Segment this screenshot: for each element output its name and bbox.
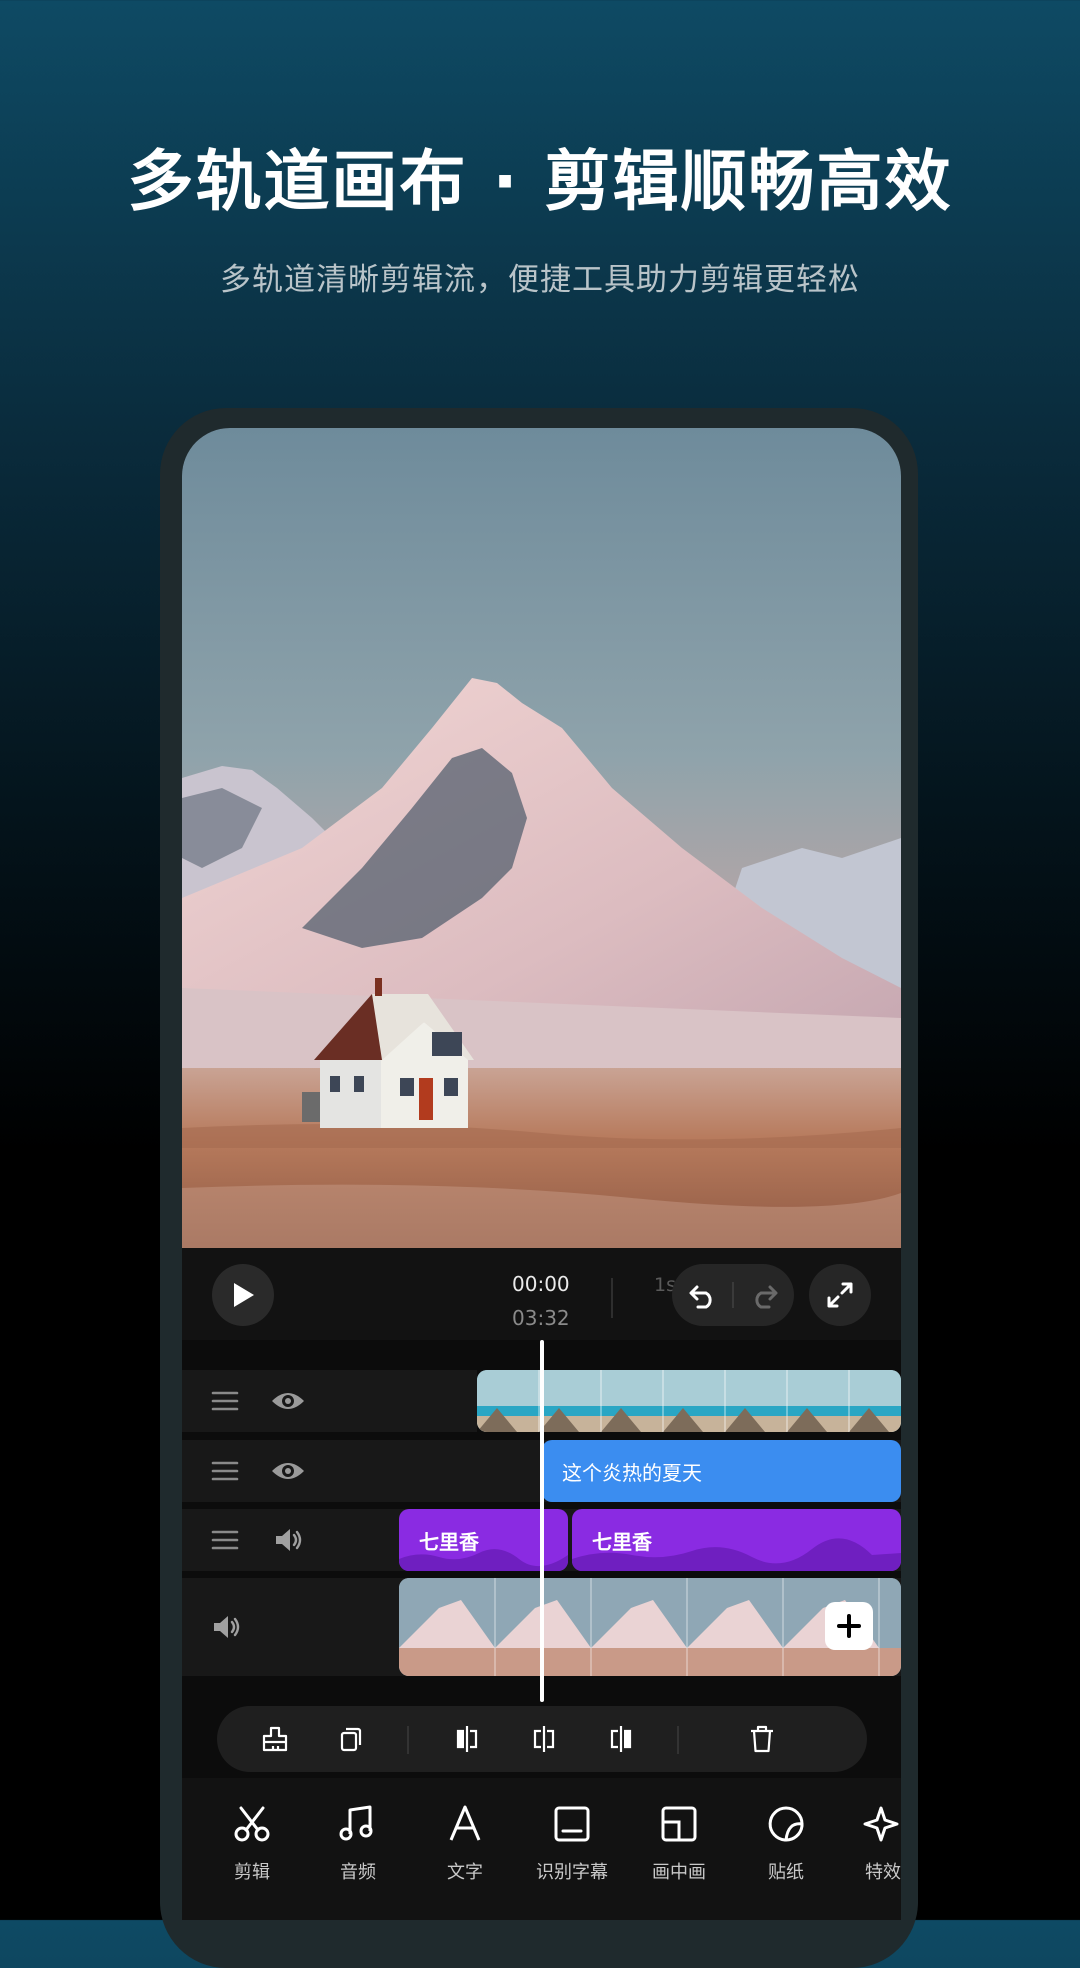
hero-subtitle: 多轨道清晰剪辑流，便捷工具助力剪辑更轻松 — [220, 262, 860, 298]
text-icon — [415, 1800, 515, 1848]
fullscreen-icon — [827, 1282, 853, 1308]
subtitle-icon — [522, 1800, 622, 1848]
tool-label: 画中画 — [652, 1862, 706, 1883]
audio-clip-label: 七里香 — [419, 1529, 479, 1554]
tool-label: 识别字幕 — [536, 1862, 608, 1883]
copy-icon — [340, 1727, 362, 1752]
bottom-toolbar: 剪辑 音频 文字 识别字幕 画中画 贴纸 特效 — [182, 1778, 901, 1920]
playback-controls: 00:00 03:32 1s — [182, 1248, 901, 1340]
tool-text[interactable]: 文字 — [415, 1800, 515, 1896]
trim-right-icon — [610, 1726, 632, 1752]
undo-button[interactable] — [672, 1264, 733, 1326]
tool-label: 剪辑 — [234, 1862, 270, 1883]
preview-landscape-illustration — [182, 678, 901, 1248]
split-icon — [533, 1726, 555, 1752]
scissors-icon — [202, 1800, 302, 1848]
trim-left-button[interactable] — [437, 1706, 497, 1772]
trim-right-button[interactable] — [591, 1706, 651, 1772]
divider — [677, 1726, 679, 1754]
tool-label: 特效 — [865, 1862, 901, 1883]
sticker-icon — [736, 1800, 836, 1848]
text-clip[interactable]: 这个炎热的夏天 — [542, 1440, 901, 1502]
total-time: 03:32 — [512, 1306, 570, 1330]
volume-icon[interactable] — [210, 1610, 244, 1644]
hero-title: 多轨道画布 · 剪辑顺畅高效 — [127, 143, 953, 220]
divider — [611, 1278, 613, 1318]
add-clip-button[interactable] — [825, 1602, 873, 1650]
edit-toolbar — [217, 1706, 867, 1772]
plus-icon — [837, 1614, 861, 1638]
play-button[interactable] — [212, 1264, 274, 1326]
video-preview[interactable] — [182, 428, 901, 1248]
visibility-eye-icon[interactable] — [268, 1452, 308, 1490]
trash-icon — [751, 1725, 773, 1753]
tool-effects[interactable]: 特效 — [843, 1800, 901, 1896]
tool-audio[interactable]: 音频 — [308, 1800, 408, 1896]
music-note-icon — [308, 1800, 408, 1848]
redo-button[interactable] — [733, 1264, 794, 1326]
redo-icon — [754, 1285, 777, 1309]
drag-handle-icon[interactable] — [208, 1454, 242, 1488]
eraser-button[interactable] — [245, 1706, 305, 1772]
effects-icon — [843, 1800, 901, 1848]
text-clip-label: 这个炎热的夏天 — [562, 1460, 702, 1485]
tool-label: 文字 — [447, 1862, 483, 1883]
eraser-icon — [262, 1726, 288, 1752]
current-time: 00:00 — [512, 1272, 570, 1296]
playhead[interactable] — [540, 1340, 544, 1702]
tool-sticker[interactable]: 贴纸 — [736, 1800, 836, 1896]
tool-label: 音频 — [340, 1862, 376, 1883]
tool-cut[interactable]: 剪辑 — [202, 1800, 302, 1896]
volume-icon[interactable] — [272, 1523, 306, 1557]
delete-button[interactable] — [732, 1706, 792, 1772]
divider — [407, 1726, 409, 1754]
play-icon — [234, 1283, 254, 1307]
drag-handle-icon[interactable] — [208, 1523, 242, 1557]
picture-in-picture-icon — [629, 1800, 729, 1848]
trim-left-icon — [456, 1726, 478, 1752]
tool-picture-in-picture[interactable]: 画中画 — [629, 1800, 729, 1896]
tool-label: 贴纸 — [768, 1862, 804, 1883]
split-button[interactable] — [514, 1706, 574, 1772]
undo-icon — [689, 1285, 712, 1309]
editor-screen: 00:00 03:32 1s 这个炎热的夏天 七里香 七里香 剪辑 音频 文字 … — [182, 428, 901, 1920]
audio-clip-label: 七里香 — [592, 1529, 652, 1554]
undo-redo-group — [672, 1264, 794, 1326]
audio-clip[interactable]: 七里香 — [572, 1509, 901, 1571]
copy-button[interactable] — [321, 1706, 381, 1772]
fullscreen-button[interactable] — [809, 1264, 871, 1326]
visibility-eye-icon[interactable] — [268, 1382, 308, 1420]
tool-auto-subtitle[interactable]: 识别字幕 — [522, 1800, 622, 1896]
drag-handle-icon[interactable] — [208, 1384, 242, 1418]
